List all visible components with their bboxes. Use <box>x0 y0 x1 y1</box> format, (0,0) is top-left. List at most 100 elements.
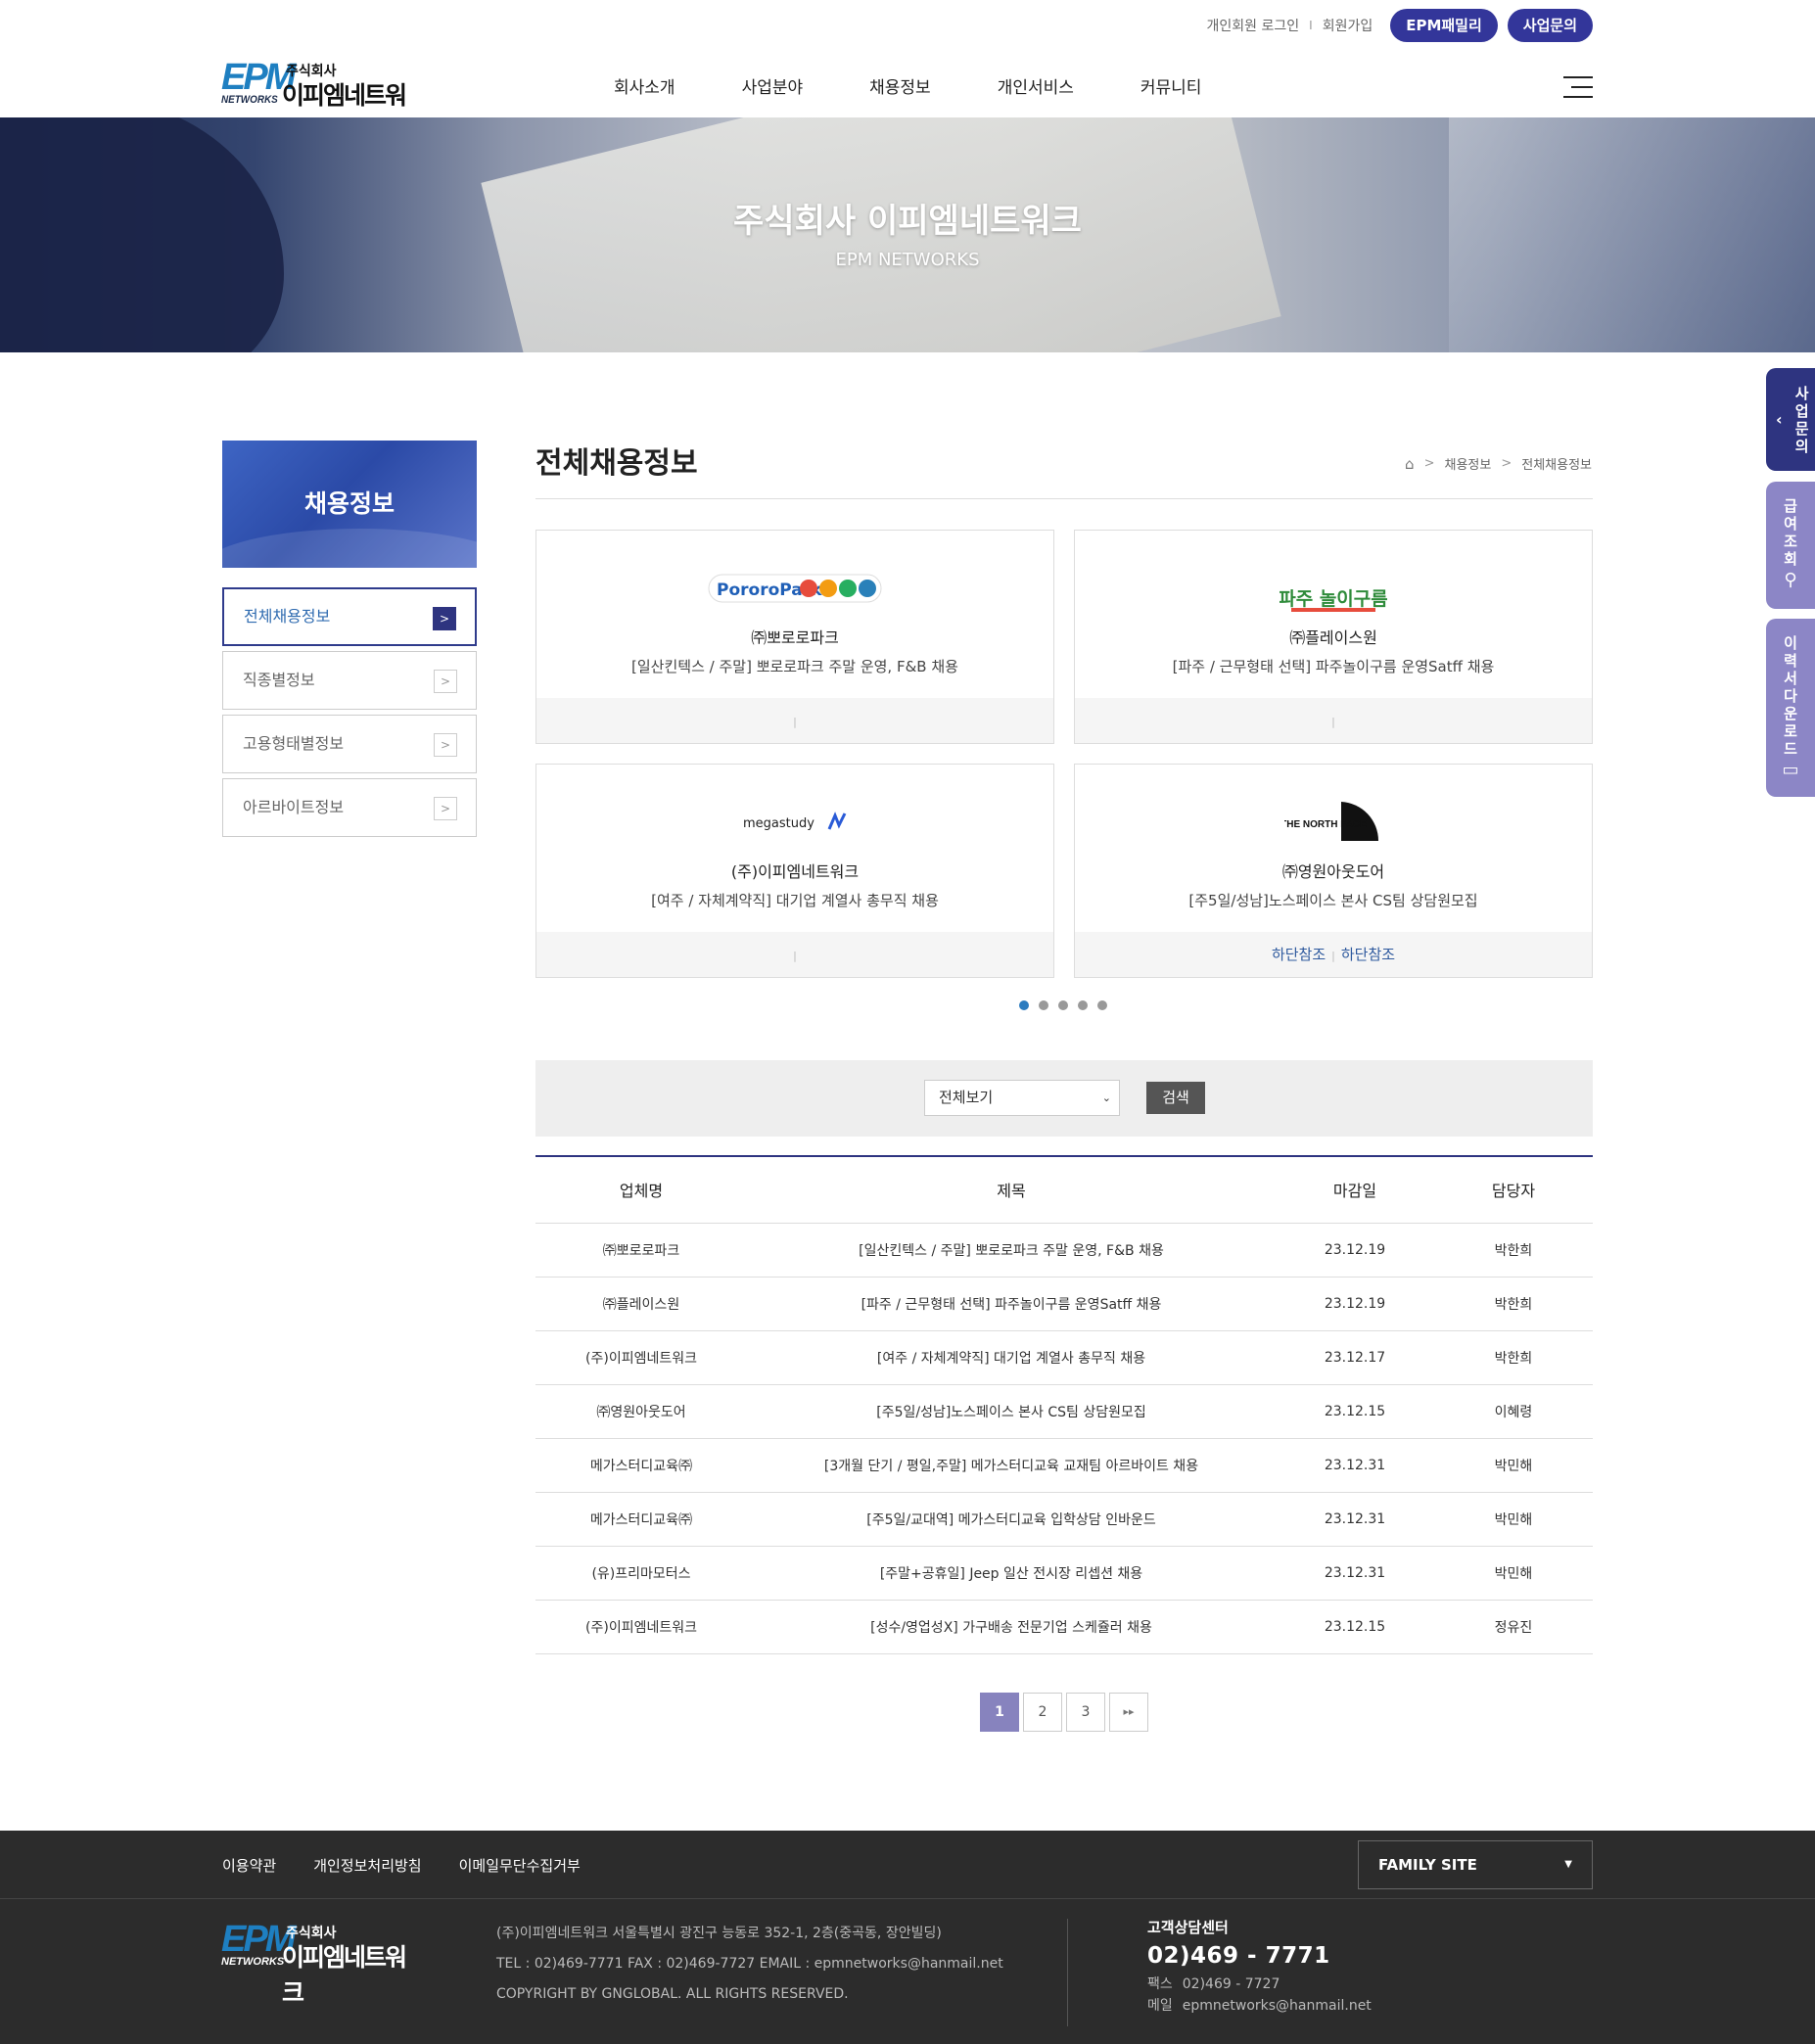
cell-deadline: 23.12.15 <box>1276 1600 1434 1654</box>
cell-manager: 박민해 <box>1434 1438 1593 1493</box>
table-row[interactable]: 메가스터디교육㈜ [3개월 단기 / 평일,주말] 메가스터디교육 교재팀 아르… <box>535 1438 1593 1493</box>
business-inquiry-button[interactable]: 사업문의 <box>1507 9 1593 42</box>
table-row[interactable]: 메가스터디교육㈜ [주5일/교대역] 메가스터디교육 입학상담 인바운드 23.… <box>535 1492 1593 1547</box>
company-logo: THE NORTH FACE <box>1075 788 1592 857</box>
cell-deadline: 23.12.15 <box>1276 1384 1434 1439</box>
logo-text: THE NORTH FACE <box>1284 819 1367 830</box>
cell-manager: 정유진 <box>1434 1600 1593 1654</box>
footer: 이용약관 개인정보처리방침 이메일무단수집거부 FAMILY SITE ▼ EP… <box>0 1831 1815 2044</box>
featured-job-card[interactable]: THE NORTH FACE ㈜영원아웃도어 [주5일/성남]노스페이스 본사 … <box>1074 764 1593 978</box>
table-row[interactable]: (주)이피엠네트워크 [성수/영업성X] 가구배송 전문기업 스케쥴러 채용 2… <box>535 1600 1593 1654</box>
sidebar-item-label: 직종별정보 <box>243 671 315 689</box>
sidebar-item-by-employment[interactable]: 고용형태별정보 > <box>222 715 477 773</box>
page-title: 전체채용정보 <box>535 446 698 481</box>
featured-job-card[interactable]: 파주 놀이구름 ㈜플레이스원 [파주 / 근무형태 선택] 파주놀이구름 운영S… <box>1074 530 1593 744</box>
last-page-icon[interactable]: ▸▸ <box>1109 1693 1148 1732</box>
carousel-dot[interactable] <box>1078 1000 1088 1010</box>
breadcrumb-item[interactable]: 전체채용정보 <box>1521 454 1592 473</box>
cell-title[interactable]: [여주 / 자체계약직] 대기업 계열사 총무직 채용 <box>747 1330 1276 1385</box>
table-row[interactable]: (주)이피엠네트워크 [여주 / 자체계약직] 대기업 계열사 총무직 채용 2… <box>535 1330 1593 1385</box>
table-row[interactable]: (유)프리마모터스 [주말+공휴일] Jeep 일산 전시장 리셉션 채용 23… <box>535 1546 1593 1601</box>
footer-top-bar: 이용약관 개인정보처리방침 이메일무단수집거부 FAMILY SITE ▼ <box>0 1831 1815 1899</box>
sidebar-title-text: 채용정보 <box>303 489 395 518</box>
privacy-link[interactable]: 개인정보처리방침 <box>313 1855 421 1876</box>
company-name: ㈜영원아웃도어 <box>1281 862 1385 881</box>
footer-links: 이용약관 개인정보처리방침 이메일무단수집거부 <box>222 1855 618 1876</box>
footer-divider <box>1067 1919 1068 2026</box>
search-panel: 전체보기 ⌄ 검색 <box>535 1060 1593 1137</box>
login-link[interactable]: 개인회원 로그인 <box>1207 16 1300 35</box>
cell-title[interactable]: [성수/영업성X] 가구배송 전문기업 스케쥴러 채용 <box>747 1600 1276 1654</box>
category-select[interactable]: 전체보기 ⌄ <box>924 1080 1120 1116</box>
terms-link[interactable]: 이용약관 <box>222 1855 276 1876</box>
quick-tab-resume-download[interactable]: 이력서다운로드 ▭ <box>1766 619 1815 797</box>
company-logo: megastudy <box>536 788 1053 857</box>
company-info: (주)이피엠네트워크 서울특별시 광진구 능동로 352-1, 2층(중곡동, … <box>496 1919 1003 2010</box>
logo-company-name: 이피엠네트워크 <box>282 1943 407 2007</box>
title-divider <box>535 498 1593 499</box>
carousel-dot[interactable] <box>1097 1000 1107 1010</box>
breadcrumb-item[interactable]: 채용정보 <box>1444 454 1491 473</box>
cell-company: 메가스터디교육㈜ <box>535 1492 747 1547</box>
cell-title[interactable]: [주말+공휴일] Jeep 일산 전시장 리셉션 채용 <box>747 1546 1276 1601</box>
nav-item-personal[interactable]: 개인서비스 <box>998 73 1074 98</box>
cell-title[interactable]: [주5일/성남]노스페이스 본사 CS팀 상담원모집 <box>747 1384 1276 1439</box>
carousel-dot[interactable] <box>1058 1000 1068 1010</box>
featured-job-card[interactable]: PororoPark ㈜뽀로로파크 [일산킨텍스 / 주말] 뽀로로파크 주말 … <box>535 530 1054 744</box>
table-row[interactable]: ㈜영원아웃도어 [주5일/성남]노스페이스 본사 CS팀 상담원모집 23.12… <box>535 1384 1593 1439</box>
card-footer-right: 하단참조 <box>1340 946 1396 963</box>
fax-number: 02)469 - 7727 <box>1182 1976 1280 1992</box>
carousel-dot[interactable] <box>1039 1000 1048 1010</box>
chevron-left-icon: ‹ <box>1776 409 1783 429</box>
signup-link[interactable]: 회원가입 <box>1323 16 1373 35</box>
cell-title[interactable]: [파주 / 근무형태 선택] 파주놀이구름 운영Satff 채용 <box>747 1277 1276 1331</box>
mail-address: epmnetworks@hanmail.net <box>1182 1998 1372 2014</box>
cell-deadline: 23.12.19 <box>1276 1277 1434 1331</box>
nav-item-business[interactable]: 사업분야 <box>742 73 804 98</box>
carousel-dot[interactable] <box>1019 1000 1029 1010</box>
sidebar-title: 채용정보 <box>222 441 477 568</box>
featured-job-card[interactable]: megastudy (주)이피엠네트워크 [여주 / 자체계약직] 대기업 계열… <box>535 764 1054 978</box>
family-site-select[interactable]: FAMILY SITE ▼ <box>1358 1840 1593 1889</box>
page-button[interactable]: 2 <box>1023 1693 1062 1732</box>
site-logo[interactable]: EPM NETWORKS 주식회사 이피엠네트워크 <box>221 57 412 145</box>
cs-fax-row: 팩스 02)469 - 7727 <box>1147 1974 1372 1993</box>
quick-tab-salary[interactable]: 급여조회 ⚲ <box>1766 482 1815 609</box>
home-icon[interactable]: ⌂ <box>1405 455 1415 473</box>
sidebar-item-all[interactable]: 전체채용정보 > <box>222 587 477 646</box>
pagination: 1 2 3 ▸▸ <box>980 1693 1152 1732</box>
card-footer-left: 하단참조 <box>1271 946 1326 963</box>
epm-family-button[interactable]: EPM패밀리 <box>1390 9 1498 42</box>
hero-banner: 주식회사 이피엠네트워크 EPM NETWORKS <box>0 117 1815 352</box>
sidebar-item-parttime[interactable]: 아르바이트정보 > <box>222 778 477 837</box>
nav-item-recruit[interactable]: 채용정보 <box>869 73 931 98</box>
quick-tab-inquiry[interactable]: ‹ 사업문의 <box>1766 368 1815 471</box>
company-contact: TEL : 02)469-7771 FAX : 02)469-7727 EMAI… <box>496 1956 1003 1972</box>
card-footer: | <box>1075 698 1592 743</box>
cell-company: (유)프리마모터스 <box>535 1546 747 1601</box>
sidebar-item-by-job[interactable]: 직종별정보 > <box>222 651 477 710</box>
table-row[interactable]: ㈜플레이스원 [파주 / 근무형태 선택] 파주놀이구름 운영Satff 채용 … <box>535 1277 1593 1331</box>
search-button[interactable]: 검색 <box>1146 1082 1205 1114</box>
footer-logo: EPM NETWORKS 주식회사 이피엠네트워크 <box>221 1919 412 2007</box>
chevron-down-icon: ⌄ <box>1101 1092 1111 1104</box>
cell-title[interactable]: [주5일/교대역] 메가스터디교육 입학상담 인바운드 <box>747 1492 1276 1547</box>
logo-networks-text: NETWORKS <box>221 94 278 106</box>
email-refusal-link[interactable]: 이메일무단수집거부 <box>459 1855 581 1876</box>
cell-company: 메가스터디교육㈜ <box>535 1438 747 1493</box>
quick-tab-label: 이력서다운로드 <box>1784 634 1797 758</box>
page-button[interactable]: 3 <box>1066 1693 1105 1732</box>
hamburger-menu-icon[interactable] <box>1563 76 1593 98</box>
card-footer-separator: | <box>1331 950 1335 962</box>
nav-item-community[interactable]: 커뮤니티 <box>1140 73 1202 98</box>
northface-logo: THE NORTH FACE <box>1284 802 1378 841</box>
nav-item-about[interactable]: 회사소개 <box>614 73 675 98</box>
hero-subtitle: EPM NETWORKS <box>835 250 980 270</box>
mail-label: 메일 <box>1147 1998 1173 2014</box>
table-row[interactable]: ㈜뽀로로파크 [일산킨텍스 / 주말] 뽀로로파크 주말 운영, F&B 채용 … <box>535 1223 1593 1278</box>
cell-title[interactable]: [일산킨텍스 / 주말] 뽀로로파크 주말 운영, F&B 채용 <box>747 1223 1276 1278</box>
cell-title[interactable]: [3개월 단기 / 평일,주말] 메가스터디교육 교재팀 아르바이트 채용 <box>747 1438 1276 1493</box>
page-button[interactable]: 1 <box>980 1693 1019 1732</box>
column-header: 마감일 <box>1276 1155 1434 1224</box>
chevron-right-icon: > <box>434 797 457 820</box>
